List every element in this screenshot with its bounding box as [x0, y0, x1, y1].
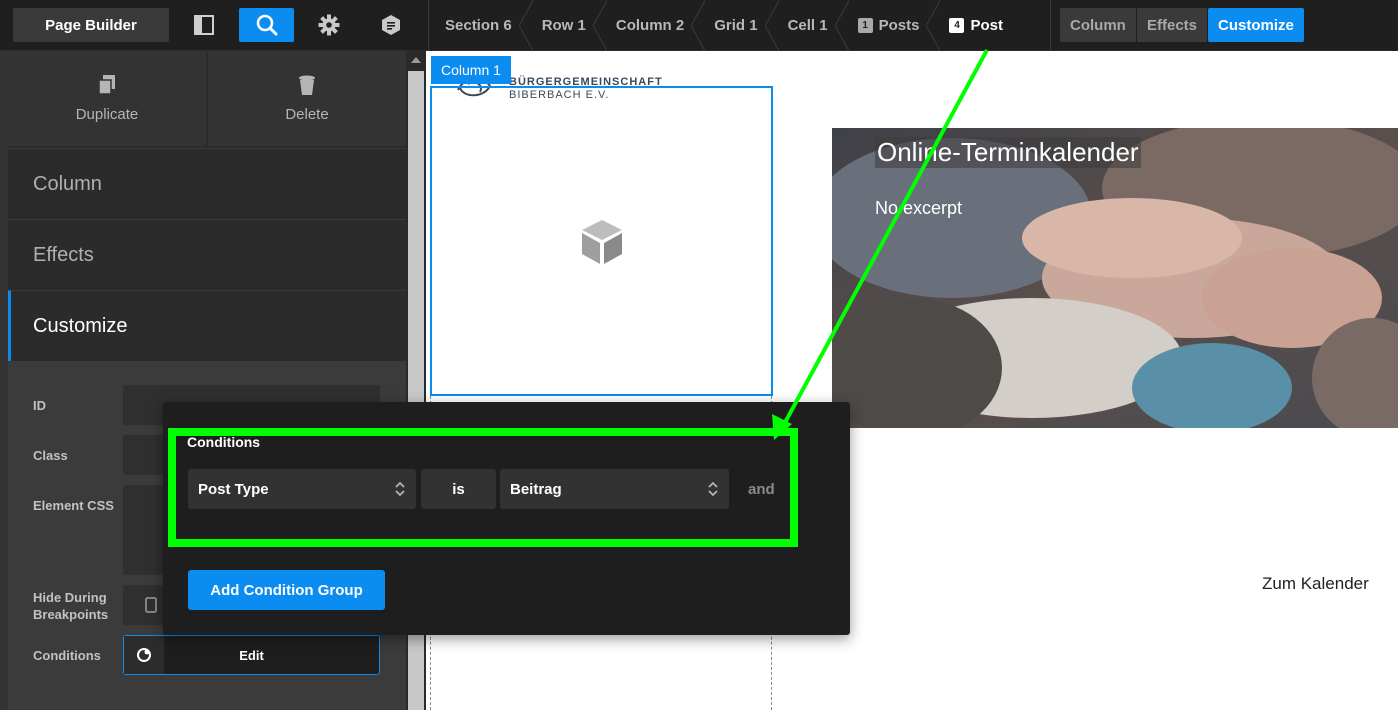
breadcrumb: Section 6 Row 1 Column 2 Grid 1 Cell 1 1… [428, 0, 1017, 51]
calendar-link[interactable]: Zum Kalender [1262, 574, 1369, 594]
post-featured-image[interactable] [832, 128, 1398, 428]
breadcrumb-post[interactable]: 4 Post [933, 0, 1017, 51]
conditions-edit-label: Edit [239, 647, 264, 663]
sidebar-tab-column[interactable]: Column [8, 148, 406, 219]
placeholder-box-icon [582, 220, 622, 264]
delete-button[interactable]: Delete [208, 51, 406, 146]
breadcrumb-grid-1[interactable]: Grid 1 [698, 0, 779, 51]
page-builder-button[interactable]: Page Builder [13, 8, 169, 42]
column-1-label[interactable]: Column 1 [431, 56, 511, 84]
posts-count-badge: 1 [857, 18, 873, 33]
search-icon[interactable] [239, 8, 294, 42]
breadcrumb-posts[interactable]: 1 Posts [842, 0, 941, 51]
class-label: Class [33, 448, 68, 463]
sidebar-panel-icon[interactable] [184, 8, 224, 42]
conditions-edit-button[interactable]: Edit [123, 635, 380, 675]
tab-column[interactable]: Column [1060, 8, 1136, 42]
template-icon[interactable] [371, 8, 411, 42]
element-css-label: Element CSS [33, 498, 114, 513]
id-label: ID [33, 398, 46, 413]
duplicate-label: Duplicate [75, 106, 139, 123]
sidebar-tab-effects[interactable]: Effects [8, 219, 406, 290]
hide-breakpoints-label: Hide During Breakpoints [33, 589, 108, 623]
hide-label-line2: Breakpoints [33, 607, 109, 622]
duplicate-button[interactable]: Duplicate [8, 51, 206, 146]
gear-icon[interactable] [309, 8, 349, 42]
duplicate-icon [98, 75, 115, 95]
breadcrumb-column-2[interactable]: Column 2 [600, 0, 706, 51]
breadcrumb-cell-1[interactable]: Cell 1 [772, 0, 849, 51]
post-count-badge: 4 [949, 18, 965, 33]
post-title[interactable]: Online-Terminkalender [875, 137, 1141, 168]
hide-label-line1: Hide During [33, 590, 107, 605]
top-toolbar: Page Builder Section 6 Row 1 Column 2 Gr… [0, 0, 1398, 51]
trash-icon [299, 75, 315, 95]
sidebar-tab-customize[interactable]: Customize [8, 290, 406, 361]
element-tabs: Column Effects Customize [1050, 0, 1304, 51]
breadcrumb-row-1[interactable]: Row 1 [526, 0, 608, 51]
column-1-outline[interactable] [430, 86, 773, 396]
add-condition-group-button[interactable]: Add Condition Group [188, 570, 385, 610]
conditions-label: Conditions [33, 648, 101, 663]
tab-customize[interactable]: Customize [1208, 8, 1304, 42]
conditions-icon [124, 636, 164, 674]
delete-label: Delete [285, 106, 329, 123]
annotation-highlight-box [168, 428, 798, 547]
tab-effects[interactable]: Effects [1137, 8, 1208, 42]
post-excerpt: No excerpt [875, 198, 963, 218]
breadcrumb-section-6[interactable]: Section 6 [429, 0, 533, 51]
mobile-icon[interactable] [145, 597, 157, 613]
scroll-up-arrow-icon[interactable] [411, 57, 421, 63]
